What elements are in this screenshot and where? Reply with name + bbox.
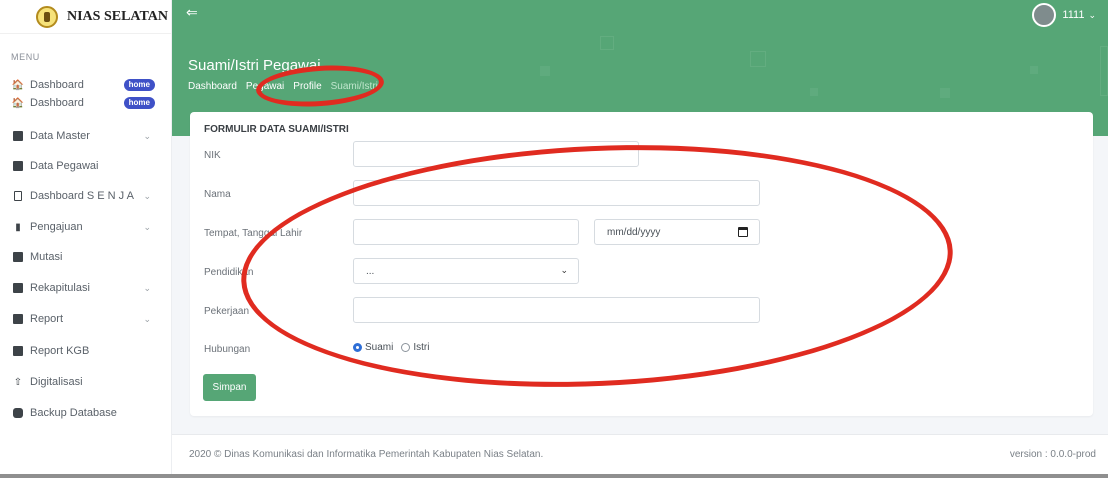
hubungan-label: Hubungan: [204, 344, 251, 355]
chevron-down-icon: ⌄: [143, 221, 151, 232]
user-name: 1111: [1062, 9, 1085, 21]
sidebar-item-backup-database[interactable]: Backup Database: [0, 404, 171, 422]
radio-istri[interactable]: [401, 343, 411, 352]
header-decoration: [600, 36, 614, 50]
pekerjaan-input[interactable]: [353, 297, 760, 323]
breadcrumb: Dashboard Pegawai Profile Suami/Istri: [188, 81, 378, 92]
chevron-down-icon: ⌄: [143, 282, 151, 293]
pendidikan-selected: ...: [366, 265, 375, 277]
sidebar-item-data-pegawai[interactable]: Data Pegawai: [0, 157, 171, 175]
save-button[interactable]: Simpan: [203, 374, 256, 401]
table-icon: [12, 130, 24, 142]
form-card: FORMULIR DATA SUAMI/ISTRI NIK Nama Tempa…: [190, 112, 1093, 416]
file-icon: [12, 345, 24, 357]
nik-input[interactable]: [353, 141, 639, 167]
footer-copyright: 2020 © Dinas Komunikasi dan Informatika …: [189, 449, 544, 460]
database-icon: [12, 407, 24, 419]
header-decoration: [940, 88, 950, 98]
sidebar-item-label: Dashboard: [30, 97, 84, 109]
sidebar: NIAS SELATAN MENU 🏠 Dashboard home 🏠 Das…: [0, 0, 172, 478]
home-badge: home: [123, 79, 155, 91]
book-icon: [12, 282, 24, 294]
nama-label: Nama: [204, 189, 231, 200]
breadcrumb-pegawai[interactable]: Pegawai: [246, 81, 284, 92]
birthplace-input[interactable]: [353, 219, 579, 245]
file-icon: [12, 313, 24, 325]
hubungan-radio-group: Suami Istri: [353, 342, 437, 353]
sidebar-item-label: Report: [30, 313, 64, 325]
chevron-down-icon: ⌄: [143, 313, 151, 324]
window-bottom-edge: [0, 474, 1108, 478]
pendidikan-label: Pendidikan: [204, 267, 254, 278]
sidebar-item-label: Report KGB: [30, 345, 90, 357]
sidebar-nav: 🏠 Dashboard home 🏠 Dashboard home Data M…: [0, 76, 171, 422]
id-card-icon: [12, 160, 24, 172]
header-decoration: [540, 66, 550, 76]
page-title: Suami/Istri Pegawai: [188, 57, 321, 74]
home-icon: 🏠: [11, 97, 25, 109]
chevron-down-icon: ⌄: [560, 265, 568, 275]
birthdate-input[interactable]: mm/dd/yyyy: [594, 219, 760, 245]
header-decoration: [810, 88, 818, 96]
form-title: FORMULIR DATA SUAMI/ISTRI: [204, 124, 349, 135]
menu-heading: MENU: [11, 52, 40, 62]
user-menu[interactable]: 1111 ⌄: [1032, 3, 1096, 27]
nama-input[interactable]: [353, 180, 760, 206]
breadcrumb-profile[interactable]: Profile: [293, 81, 321, 92]
sidebar-item-mutasi[interactable]: Mutasi: [0, 248, 171, 266]
header-decoration: [750, 51, 766, 67]
sidebar-item-label: Data Master: [30, 130, 90, 142]
sidebar-item-label: Data Pegawai: [30, 160, 99, 172]
date-placeholder: mm/dd/yyyy: [607, 226, 661, 238]
brand-logo: [36, 5, 58, 28]
mobile-icon: [12, 190, 24, 202]
ttl-label: Tempat, Tanggal Lahir: [204, 228, 303, 239]
header-decoration: [1030, 66, 1038, 74]
chart-icon: ▮: [15, 221, 21, 233]
sidebar-item-dashboard[interactable]: 🏠 Dashboard home: [0, 76, 171, 94]
id-card-icon: [12, 251, 24, 263]
nik-label: NIK: [204, 150, 221, 161]
sidebar-toggle-icon[interactable]: ⇐: [186, 4, 198, 21]
avatar: [1032, 3, 1057, 27]
sidebar-item-label: Rekapitulasi: [30, 282, 90, 294]
sidebar-item-data-master[interactable]: Data Master ⌄: [0, 127, 171, 145]
sidebar-item-label: Backup Database: [30, 407, 117, 419]
sidebar-item-rekapitulasi[interactable]: Rekapitulasi ⌄: [0, 279, 171, 297]
sidebar-item-label: Mutasi: [30, 251, 63, 263]
breadcrumb-current: Suami/Istri: [330, 81, 378, 92]
sidebar-item-pengajuan[interactable]: ▮ Pengajuan ⌄: [0, 218, 171, 236]
brand[interactable]: NIAS SELATAN: [0, 0, 171, 34]
radio-suami[interactable]: [353, 343, 362, 352]
chevron-down-icon: ⌄: [1088, 9, 1096, 20]
header-decoration: [1100, 46, 1108, 96]
sidebar-item-report-kgb[interactable]: Report KGB: [0, 342, 171, 360]
sidebar-item-label: Digitalisasi: [30, 376, 83, 388]
sidebar-item-label: Dashboard: [30, 79, 84, 91]
upload-icon: ⇧: [13, 376, 23, 388]
sidebar-item-label: Dashboard S E N J A: [30, 190, 134, 202]
chevron-down-icon: ⌄: [143, 130, 151, 141]
footer-version: version : 0.0.0-prod: [1009, 449, 1096, 460]
breadcrumb-dashboard[interactable]: Dashboard: [188, 81, 237, 92]
sidebar-item-dashboard-2[interactable]: 🏠 Dashboard home: [0, 94, 171, 112]
sidebar-item-digitalisasi[interactable]: ⇧ Digitalisasi: [0, 373, 171, 391]
radio-istri-label[interactable]: Istri: [413, 342, 429, 353]
pendidikan-select[interactable]: ... ⌄: [353, 258, 579, 284]
brand-name: NIAS SELATAN: [67, 8, 169, 24]
radio-suami-label[interactable]: Suami: [365, 342, 393, 353]
calendar-icon[interactable]: [738, 227, 748, 237]
home-icon: 🏠: [11, 79, 25, 91]
footer: 2020 © Dinas Komunikasi dan Informatika …: [172, 434, 1108, 474]
chevron-down-icon: ⌄: [143, 190, 151, 201]
sidebar-item-label: Pengajuan: [30, 221, 83, 233]
sidebar-item-report[interactable]: Report ⌄: [0, 310, 171, 328]
pekerjaan-label: Pekerjaan: [204, 306, 250, 317]
sidebar-item-dashboard-senja[interactable]: Dashboard S E N J A ⌄: [0, 187, 171, 205]
home-badge: home: [123, 97, 155, 109]
